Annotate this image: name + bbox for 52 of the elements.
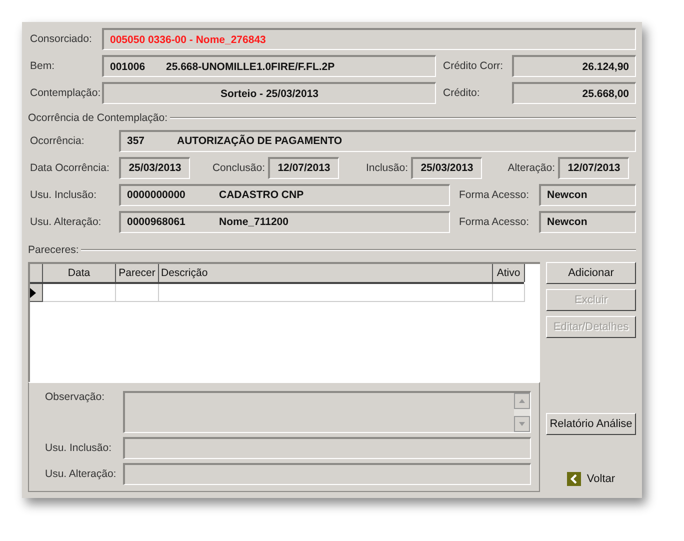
observacao-field[interactable]: [123, 391, 531, 433]
bem-field: 001006 25.668-UNOMILLE1.0FIRE/F.FL.2P: [102, 55, 436, 77]
report-button[interactable]: Relatório Análise: [546, 413, 636, 435]
input-field[interactable]: [123, 437, 531, 459]
field-label: Usu. Inclusão:: [29, 188, 98, 200]
scroll-down-icon[interactable]: [514, 416, 530, 432]
field-label: Bem:: [29, 60, 56, 72]
date-field: 12/07/2013: [268, 156, 339, 178]
user-field: 0000000000 CADASTRO CNP: [119, 184, 450, 206]
table-cell[interactable]: [116, 284, 159, 302]
access-field: Newcon: [539, 184, 636, 206]
row-indicator[interactable]: [30, 284, 43, 302]
column-header[interactable]: Ativo: [493, 264, 525, 282]
field-label: Usu. Alteração:: [29, 216, 102, 228]
date-field: 25/03/2013: [411, 156, 482, 178]
field-label: Usu. Inclusão:: [44, 442, 113, 454]
table-cell[interactable]: [159, 284, 493, 302]
action-button[interactable]: Adicionar: [546, 262, 636, 284]
contemplacao-field: Sorteio - 25/03/2013: [102, 82, 436, 104]
field-label: Data Ocorrência:: [29, 162, 110, 174]
access-field: Newcon: [539, 210, 636, 232]
table-cell[interactable]: [43, 284, 116, 302]
credit-field: 26.124,90: [512, 55, 636, 77]
field-label: Alteração:: [506, 162, 555, 174]
column-header[interactable]: Descrição: [159, 264, 493, 282]
date-field: 25/03/2013: [119, 156, 190, 178]
field-label: Ocorrência:: [29, 134, 86, 146]
field-label: Forma Acesso:: [458, 216, 530, 228]
field-label: Usu. Alteração:: [44, 468, 118, 480]
group-title: Pareceres:: [28, 244, 79, 256]
credit-field: 25.668,00: [512, 82, 636, 104]
back-button[interactable]: Voltar: [566, 472, 616, 486]
field-label: Consorciado:: [29, 33, 93, 45]
field-label: Forma Acesso:: [458, 188, 530, 200]
column-header[interactable]: Parecer: [116, 264, 159, 282]
table-cell[interactable]: [493, 284, 525, 302]
user-field: 0000968061 Nome_711200: [119, 210, 450, 232]
group-title: Ocorrência de Contemplação:: [28, 112, 168, 124]
field-label: Crédito:: [442, 87, 481, 99]
field-label: Contemplação:: [29, 87, 102, 99]
field-label: Observação:: [44, 391, 106, 405]
column-header[interactable]: Data: [43, 264, 116, 282]
ocorrencia-field: 357 AUTORIZAÇÃO DE PAGAMENTO: [119, 130, 636, 152]
field-label: Conclusão:: [211, 162, 265, 174]
field-label: Crédito Corr:: [442, 60, 504, 72]
consorciado-field: 005050 0336-00 - Nome_276843: [102, 28, 636, 50]
indicator-header: [30, 264, 43, 282]
field-label: Inclusão:: [364, 162, 408, 174]
date-field: 12/07/2013: [558, 156, 629, 178]
input-field[interactable]: [123, 463, 531, 485]
scroll-up-icon[interactable]: [514, 393, 530, 409]
row-pointer-icon: [30, 288, 36, 298]
